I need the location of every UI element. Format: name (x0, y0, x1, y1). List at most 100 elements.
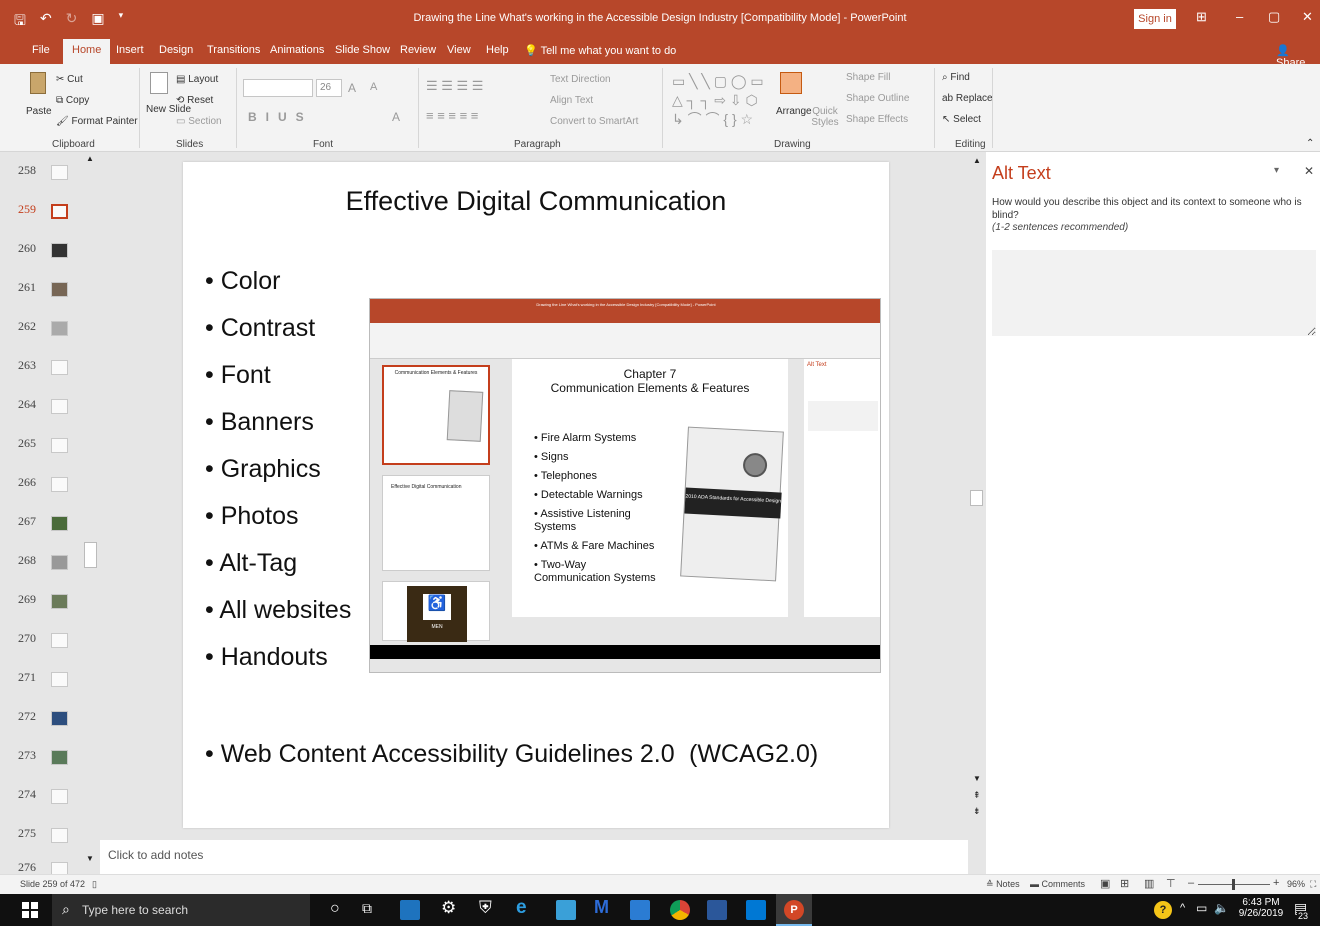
slide-canvas[interactable]: Effective Digital Communication Color Co… (183, 162, 889, 828)
powerpoint-taskbar-button[interactable]: P (776, 894, 812, 926)
pane-options-icon[interactable]: ▾ (1274, 165, 1279, 176)
arrange-icon[interactable] (780, 72, 802, 94)
previous-slide-icon[interactable]: ⇞ (973, 790, 981, 801)
network-icon[interactable]: ▭ (1196, 901, 1207, 915)
wcag-bullet[interactable]: • Web Content Accessibility Guidelines 2… (205, 740, 675, 769)
clock[interactable]: 6:43 PM 9/26/2019 (1236, 897, 1286, 919)
select-button[interactable]: ↖ Select (942, 114, 981, 125)
zoom-out-icon[interactable]: – (1188, 877, 1194, 889)
settings-icon[interactable]: ⚙ (441, 898, 456, 918)
arrange-button[interactable]: Arrange (776, 106, 812, 117)
tab-view[interactable]: View (447, 44, 471, 56)
volume-icon[interactable]: 🔈 (1214, 901, 1229, 915)
bullets-icon[interactable]: ☰ ☰ ☰ ☰ (426, 78, 483, 94)
thumbnail-259[interactable]: 259 (0, 191, 86, 229)
slide-bullets[interactable]: Color Contrast Font Banners Graphics Pho… (205, 267, 351, 690)
thumbnail-275[interactable]: 275 (0, 815, 86, 853)
thumbnail-274[interactable]: 274 (0, 776, 86, 814)
tab-review[interactable]: Review (400, 44, 436, 56)
app-icon[interactable] (400, 900, 420, 920)
zoom-in-icon[interactable]: + (1273, 877, 1279, 889)
windows-start-icon[interactable] (22, 902, 38, 918)
alt-text-input[interactable] (992, 250, 1316, 336)
slide-title[interactable]: Effective Digital Communication (183, 186, 889, 217)
thumbnail-267[interactable]: 267 (0, 503, 86, 541)
cut-button[interactable]: ✂ Cut (56, 74, 83, 85)
thumbnail-266[interactable]: 266 (0, 464, 86, 502)
thumbnail-261[interactable]: 261 (0, 269, 86, 307)
tell-me-box[interactable]: 💡 Tell me what you want to do (524, 44, 676, 57)
font-size-box[interactable]: 26 (316, 79, 342, 97)
tab-design[interactable]: Design (159, 44, 193, 56)
security-icon[interactable]: ⛨ (479, 898, 492, 918)
word-icon[interactable] (707, 900, 727, 920)
scroll-down-icon[interactable]: ▼ (973, 774, 981, 783)
tab-animations[interactable]: Animations (270, 44, 324, 56)
notes-toggle[interactable]: ≙ Notes (986, 879, 1020, 890)
new-slide-icon[interactable] (150, 72, 168, 94)
reset-button[interactable]: ⟲ Reset (176, 95, 213, 106)
tab-insert[interactable]: Insert (116, 44, 144, 56)
restore-button[interactable]: ▢ (1268, 9, 1280, 25)
zoom-slider-thumb[interactable] (1232, 879, 1235, 890)
thumbnail-265[interactable]: 265 (0, 425, 86, 463)
zoom-level[interactable]: 96% (1287, 879, 1305, 889)
align-text-button[interactable]: Align Text (550, 95, 593, 106)
taskbar-search-input[interactable] (52, 894, 310, 926)
thumbnail-262[interactable]: 262 (0, 308, 86, 346)
grow-font-icon[interactable]: A (348, 81, 356, 95)
shape-outline-button[interactable]: Shape Outline (846, 93, 909, 104)
thumbnail-264[interactable]: 264 (0, 386, 86, 424)
font-format-icons[interactable]: BIUS (248, 110, 313, 124)
embedded-screenshot[interactable]: Drawing the Line What's working in the A… (369, 298, 881, 673)
tab-file[interactable]: File (32, 44, 50, 56)
collapse-ribbon-icon[interactable]: ⌃ (1306, 138, 1314, 149)
tab-home[interactable]: Home (63, 39, 111, 64)
thumbnail-268[interactable]: 268 (0, 542, 86, 580)
close-button[interactable]: ✕ (1302, 9, 1313, 25)
thumbnail-273[interactable]: 273 (0, 737, 86, 775)
outlook-icon[interactable] (746, 900, 766, 920)
minimize-button[interactable]: – (1236, 9, 1243, 24)
ribbon-display-options-icon[interactable]: ⊞ (1196, 9, 1207, 25)
scroll-thumb[interactable] (970, 490, 983, 506)
shrink-font-icon[interactable]: A (370, 81, 377, 93)
copy-button[interactable]: ⧉ Copy (56, 95, 89, 106)
thumbnail-270[interactable]: 270 (0, 620, 86, 658)
slide-sorter-icon[interactable]: ⊞ (1120, 877, 1129, 890)
paste-button[interactable]: Paste (26, 106, 52, 117)
thumbnail-258[interactable]: 258 (0, 152, 86, 190)
thumbnail-269[interactable]: 269 (0, 581, 86, 619)
scroll-up-icon[interactable]: ▲ (973, 156, 981, 165)
slide-scrollbar[interactable]: ▲ ▼ ⇞ ⇟ (970, 152, 984, 874)
tab-transitions[interactable]: Transitions (207, 44, 260, 56)
thumbnail-271[interactable]: 271 (0, 659, 86, 697)
cortana-icon[interactable]: ○ (330, 900, 340, 918)
tab-slide-show[interactable]: Slide Show (335, 44, 390, 56)
find-button[interactable]: ⌕ Find (942, 72, 970, 83)
thumbnail-scrollbar[interactable]: ▲ ▼ (84, 152, 98, 874)
edge-icon[interactable]: e (516, 897, 527, 919)
align-icons[interactable]: ≡ ≡ ≡ ≡ ≡ (426, 108, 478, 123)
app-icon[interactable] (630, 900, 650, 920)
layout-button[interactable]: ▤ Layout (176, 74, 218, 85)
normal-view-icon[interactable]: ▣ (1100, 877, 1110, 890)
comments-toggle[interactable]: ▬ Comments (1030, 879, 1085, 889)
section-button[interactable]: ▭ Section (176, 116, 222, 127)
font-name-box[interactable] (243, 79, 313, 97)
notes-pane[interactable]: Click to add notes (100, 840, 968, 874)
task-view-icon[interactable]: ⧉ (362, 900, 372, 917)
sign-in-button[interactable]: Sign in (1134, 9, 1176, 29)
help-icon[interactable]: ? (1154, 901, 1172, 919)
format-painter-button[interactable]: 🖌 Format Painter (56, 116, 138, 127)
shape-effects-button[interactable]: Shape Effects (846, 114, 908, 125)
scroll-thumb[interactable] (84, 542, 97, 568)
tab-help[interactable]: Help (486, 44, 509, 56)
thumbnail-260[interactable]: 260 (0, 230, 86, 268)
mail-icon[interactable]: M (594, 897, 609, 918)
replace-button[interactable]: ab Replace (942, 93, 993, 104)
spelling-icon[interactable]: ▯ (92, 879, 97, 890)
show-hidden-icons[interactable]: ^ (1180, 902, 1185, 914)
scroll-down-icon[interactable]: ▼ (86, 854, 94, 863)
shape-fill-button[interactable]: Shape Fill (846, 72, 890, 83)
